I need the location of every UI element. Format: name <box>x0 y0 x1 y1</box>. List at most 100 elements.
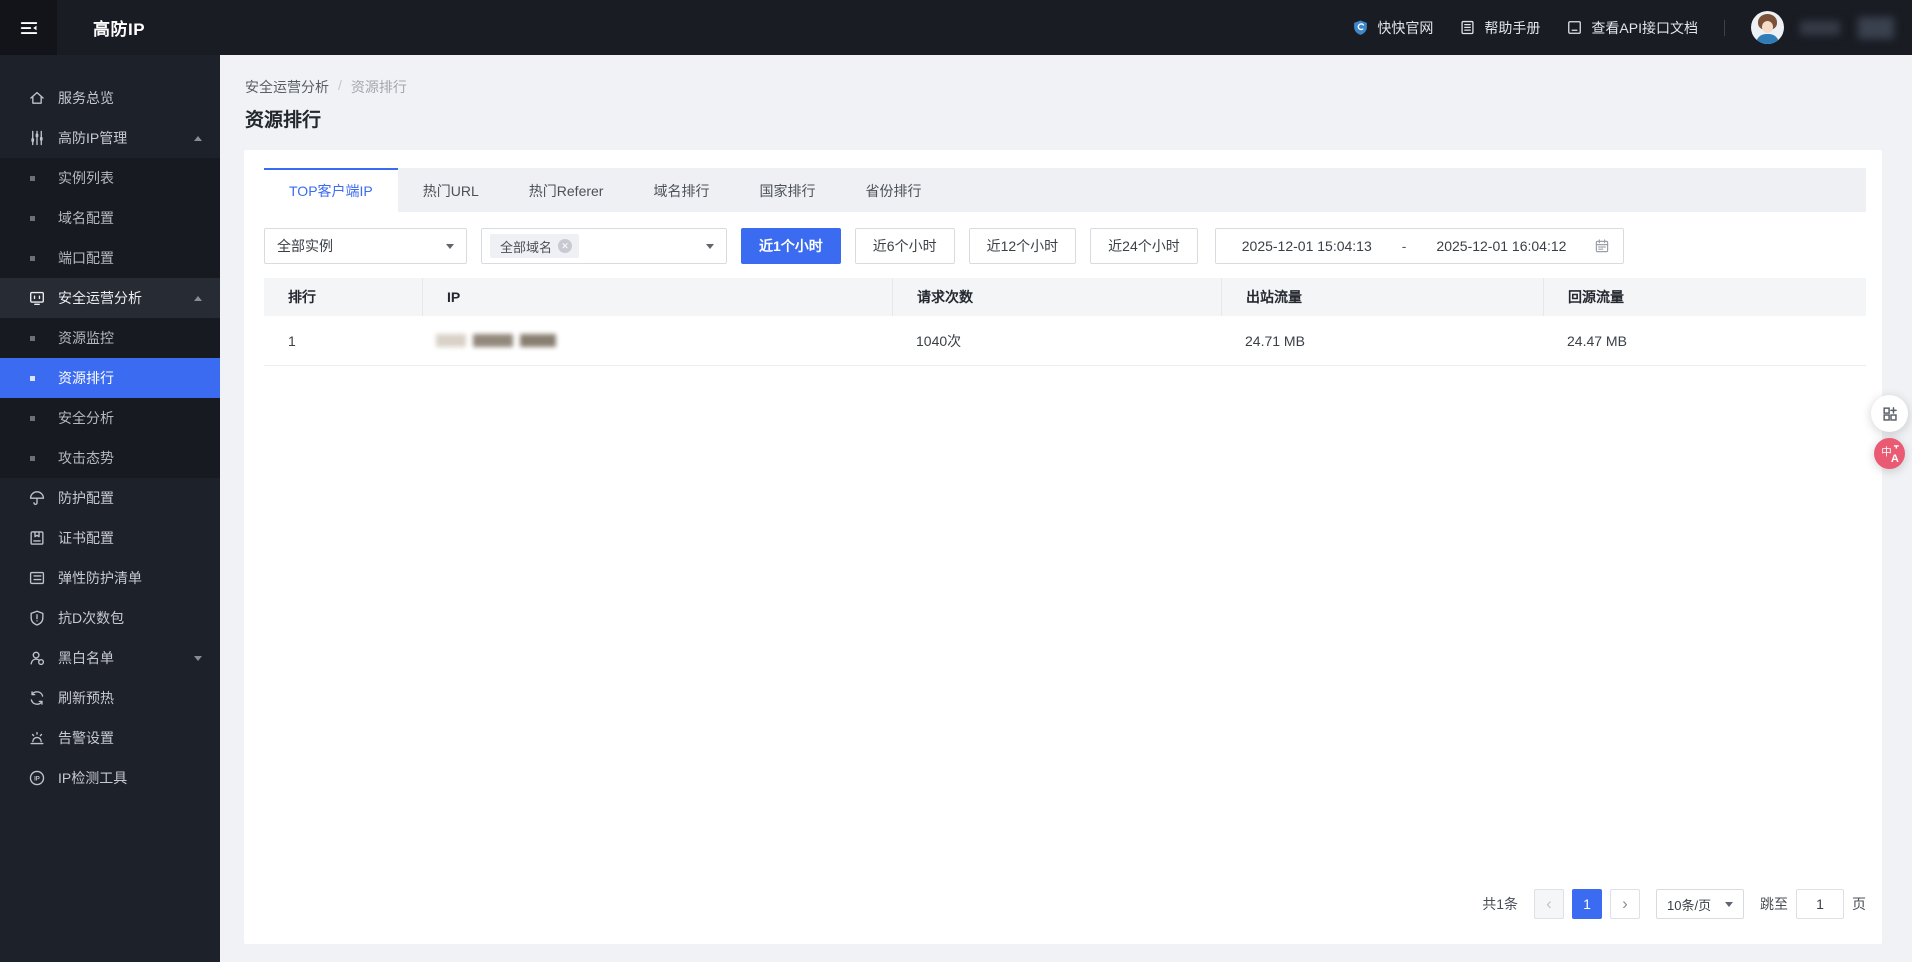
sidebar-item-label: 防护配置 <box>58 490 114 506</box>
time-range-button-3[interactable]: 近24个小时 <box>1090 228 1198 264</box>
sidebar-item-label: 抗D次数包 <box>58 610 125 626</box>
sidebar-item-label: 资源排行 <box>58 370 114 386</box>
ip-tool-icon: IP <box>28 769 46 787</box>
instance-select[interactable]: 全部实例 <box>264 228 467 264</box>
sidebar-item-label: 证书配置 <box>58 530 114 546</box>
topbar-link-api-doc[interactable]: 查看API接口文档 <box>1566 18 1698 38</box>
sidebar-item-12[interactable]: 弹性防护清单 <box>0 558 220 598</box>
sidebar-item-2[interactable]: 实例列表 <box>0 158 220 198</box>
sidebar-item-8[interactable]: 安全分析 <box>0 398 220 438</box>
topbar-link-brand-logo[interactable]: 快快官网 <box>1352 18 1433 38</box>
topbar-link-manual[interactable]: 帮助手册 <box>1459 18 1540 38</box>
translate-button[interactable]: 中 A <box>1874 438 1905 469</box>
sliders-icon <box>28 129 46 147</box>
column-header-4: 回源流量 <box>1543 278 1866 316</box>
tab-2[interactable]: 热门Referer <box>504 168 629 212</box>
grid-widget-icon <box>1881 405 1899 423</box>
sidebar-item-0[interactable]: 服务总览 <box>0 78 220 118</box>
tab-3[interactable]: 域名排行 <box>628 168 734 212</box>
home-icon <box>28 89 46 107</box>
sidebar-item-6[interactable]: 资源监控 <box>0 318 220 358</box>
sidebar-item-13[interactable]: 抗D次数包 <box>0 598 220 638</box>
redacted-ip-block <box>436 334 466 347</box>
sidebar: 服务总览高防IP管理 实例列表 域名配置端口配置安全运营分析资源监控资源排行安全分析… <box>0 55 220 962</box>
tab-1[interactable]: 热门URL <box>398 168 504 212</box>
tab-5[interactable]: 省份排行 <box>840 168 946 212</box>
chevron-down-icon <box>706 243 714 249</box>
date-separator: - <box>1401 238 1407 254</box>
pagination: 共1条 ‹ 1 › 10条/页 跳至 页 <box>1482 889 1866 919</box>
sidebar-item-label: 安全运营分析 <box>58 290 142 306</box>
certificate-icon <box>28 529 46 547</box>
manual-icon <box>1459 19 1476 36</box>
sidebar-item-1[interactable]: 高防IP管理 <box>0 118 220 158</box>
sidebar-item-9[interactable]: 攻击态势 <box>0 438 220 478</box>
sidebar-item-5[interactable]: 安全运营分析 <box>0 278 220 318</box>
avatar-face <box>1762 21 1773 33</box>
clear-tag-icon[interactable]: ✕ <box>558 239 573 253</box>
sidebar-item-label: 刷新预热 <box>58 690 114 706</box>
jump-suffix: 页 <box>1852 896 1866 912</box>
sidebar-item-label: 端口配置 <box>58 250 114 266</box>
page-size-select[interactable]: 10条/页 <box>1656 889 1744 919</box>
bullet-icon <box>30 175 35 181</box>
time-range-button-0-active[interactable]: 近1个小时 <box>741 228 841 264</box>
chevron-down-icon <box>446 243 454 249</box>
chevron-down-icon <box>194 656 202 661</box>
sidebar-item-14[interactable]: 黑白名单 <box>0 638 220 678</box>
tab-4[interactable]: 国家排行 <box>734 168 840 212</box>
sidebar-item-label: 服务总览 <box>58 90 114 106</box>
sidebar-item-label: 弹性防护清单 <box>58 570 142 586</box>
page-size-value: 10条/页 <box>1667 897 1712 913</box>
calendar-icon <box>1594 238 1610 254</box>
sidebar-item-3[interactable]: 域名配置 <box>0 198 220 238</box>
account-redacted <box>1858 16 1894 39</box>
redacted-ip-block <box>520 334 556 347</box>
tab-0-active[interactable]: TOP客户端IP <box>264 168 398 212</box>
date-range-picker[interactable]: 2025-12-01 15:04:13 - 2025-12-01 16:04:1… <box>1214 228 1625 264</box>
svg-text:A: A <box>1890 453 1898 465</box>
widget-panel-button[interactable] <box>1871 395 1908 432</box>
user-icon <box>28 649 46 667</box>
bullet-icon <box>30 215 35 221</box>
domain-tag: 全部域名 ✕ <box>490 234 580 258</box>
jump-page-input[interactable] <box>1796 889 1844 919</box>
sidebar-item-10[interactable]: 防护配置 <box>0 478 220 518</box>
topbar-right: 快快官网 帮助手册 查看API接口文档 <box>1352 11 1912 44</box>
breadcrumb-separator: / <box>338 77 342 93</box>
breadcrumb-parent[interactable]: 安全运营分析 <box>245 77 329 97</box>
topbar-link-label: 查看API接口文档 <box>1591 19 1698 36</box>
time-range-button-1[interactable]: 近6个小时 <box>854 228 955 264</box>
sidebar-collapse-button[interactable] <box>0 0 57 55</box>
domain-select[interactable]: 全部域名 ✕ <box>481 228 727 264</box>
breadcrumb-current: 资源排行 <box>350 79 407 95</box>
shield-icon <box>28 609 46 627</box>
date-end: 2025-12-01 16:04:12 <box>1436 238 1567 254</box>
column-header-3: 出站流量 <box>1221 278 1543 316</box>
monitor-icon <box>28 289 46 307</box>
sidebar-item-4[interactable]: 端口配置 <box>0 238 220 278</box>
breadcrumb: 安全运营分析 / 资源排行 <box>245 77 407 97</box>
list-icon <box>28 569 46 587</box>
sidebar-item-7-active[interactable]: 资源排行 <box>0 358 220 398</box>
table-row: 1 1040次 24.71 MB 24.47 MB <box>264 316 1866 366</box>
sidebar-item-15[interactable]: 刷新预热 <box>0 678 220 718</box>
table-body: 1 1040次 24.71 MB 24.47 MB <box>264 316 1866 366</box>
topbar-link-label: 帮助手册 <box>1484 19 1541 36</box>
page-number-button[interactable]: 1 <box>1572 889 1602 919</box>
bullet-icon <box>30 375 35 381</box>
api-doc-icon <box>1566 19 1583 36</box>
prev-page-button[interactable]: ‹ <box>1534 889 1564 919</box>
svg-text:IP: IP <box>34 776 40 782</box>
avatar[interactable] <box>1751 11 1784 44</box>
time-range-button-2[interactable]: 近12个小时 <box>968 228 1077 264</box>
sidebar-item-16[interactable]: 告警设置 <box>0 718 220 758</box>
chevron-up-icon <box>194 136 202 141</box>
jump-label: 跳至 <box>1760 896 1788 912</box>
cell-ip <box>422 316 892 365</box>
next-page-button[interactable]: › <box>1610 889 1640 919</box>
sidebar-item-17[interactable]: IP IP检测工具 <box>0 758 220 798</box>
alarm-icon <box>28 729 46 747</box>
date-start: 2025-12-01 15:04:13 <box>1241 238 1372 254</box>
sidebar-item-11[interactable]: 证书配置 <box>0 518 220 558</box>
